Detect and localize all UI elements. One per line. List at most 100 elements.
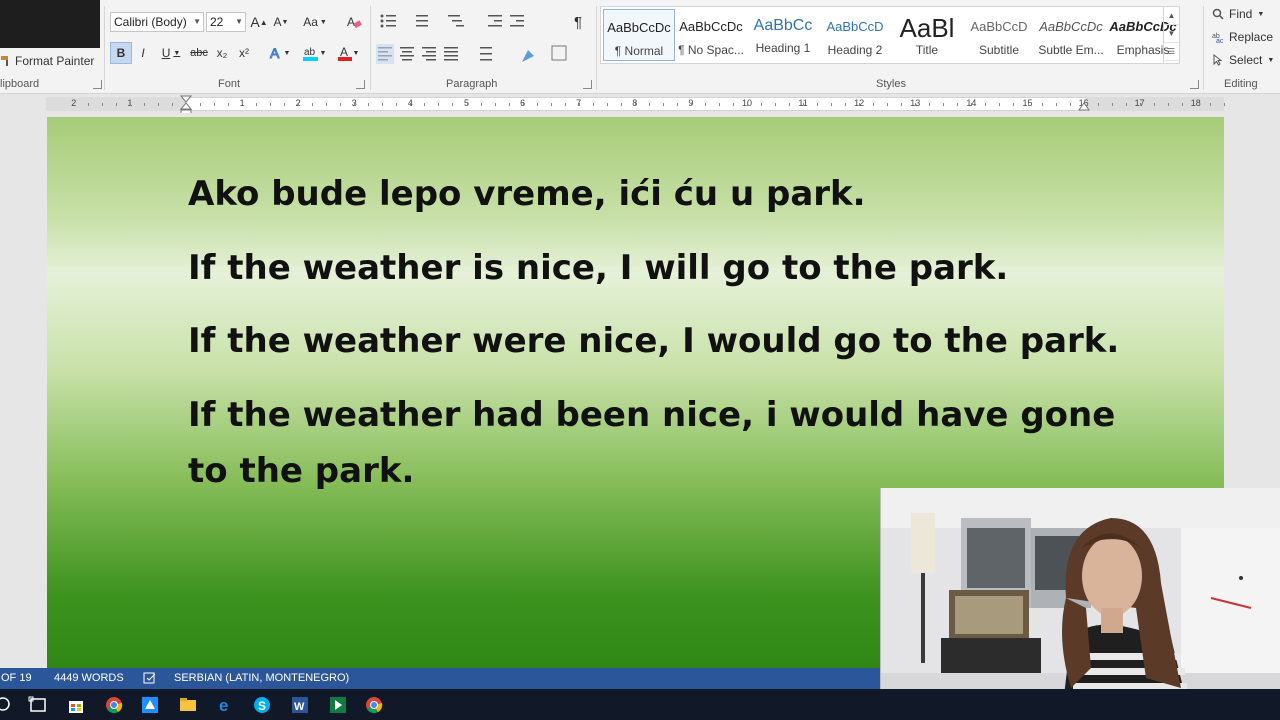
bold-button[interactable]: B: [110, 42, 132, 64]
ruler-tick: [270, 103, 272, 106]
italic-label: I: [141, 46, 145, 60]
grow-font-button[interactable]: A ▲: [250, 11, 268, 33]
clipboard-group-label: lipboard: [0, 78, 40, 90]
ruler-tick: [662, 103, 664, 106]
styles-dialog-launcher[interactable]: [1190, 80, 1199, 89]
grow-font-label: A: [250, 14, 260, 30]
ruler-tick: [368, 103, 370, 106]
style-heading-2[interactable]: AaBbCcD Heading 2: [819, 9, 891, 61]
style-subtle-emphasis[interactable]: AaBbCcDc Subtle Em...: [1035, 9, 1107, 61]
style-subtitle[interactable]: AaBbCcD Subtitle: [963, 9, 1035, 61]
clipboard-dialog-launcher[interactable]: [93, 80, 102, 89]
styles-gallery[interactable]: AaBbCcDc ¶ Normal AaBbCcDc ¶ No Spac... …: [600, 6, 1180, 64]
ruler-tick: [592, 103, 594, 106]
font-size-combo[interactable]: 22 ▼: [206, 12, 246, 32]
paragraph-controls[interactable]: [376, 12, 596, 74]
proofing-icon[interactable]: [143, 672, 157, 685]
shrink-font-button[interactable]: A ▼: [272, 11, 290, 33]
show-formatting-button[interactable]: ¶: [568, 11, 588, 33]
search-icon[interactable]: [0, 695, 14, 715]
chrome-icon[interactable]: [364, 695, 384, 715]
ruler-tick: [690, 103, 692, 106]
ruler-tick: [761, 103, 763, 106]
style-no-spacing[interactable]: AaBbCcDc ¶ No Spac...: [675, 9, 747, 61]
presenter-video: [881, 488, 1280, 720]
ribbon: Format Painter lipboard Calibri (Body) ▼…: [0, 0, 1280, 94]
style-title[interactable]: AaBl Title: [891, 9, 963, 61]
ribbon-corner: [0, 0, 100, 48]
find-button[interactable]: Find ▼: [1212, 7, 1264, 21]
bold-label: B: [116, 46, 126, 60]
ruler-tick: [999, 103, 1001, 106]
ruler-tick: [466, 103, 468, 106]
ruler-tick: [438, 103, 440, 106]
text-effects-button[interactable]: A ▼: [264, 42, 294, 64]
store-icon[interactable]: [66, 695, 86, 715]
cursor-icon: [1213, 54, 1223, 66]
paragraph-group-label: Paragraph: [446, 78, 498, 90]
ruler-tick: [129, 103, 131, 106]
strikethrough-button[interactable]: abc: [188, 42, 210, 64]
document-line[interactable]: Ako bude lepo vreme, ići ću u park.: [188, 166, 866, 222]
ruler-tick: [1209, 103, 1211, 106]
highlight-color-button[interactable]: ab ▼: [298, 42, 330, 64]
chevron-down-icon[interactable]: ▼: [1164, 25, 1179, 43]
ruler-tick: [620, 103, 622, 106]
chevron-down-icon[interactable]: ▼: [235, 13, 243, 31]
italic-button[interactable]: I: [134, 42, 152, 64]
skype-icon[interactable]: S: [252, 695, 272, 715]
ruler-tick: [508, 103, 510, 106]
format-painter-button[interactable]: Format Painter: [0, 50, 100, 72]
page-count[interactable]: OF 19: [1, 672, 32, 684]
ruler-tick: [634, 103, 636, 106]
more-icon[interactable]: ☰: [1164, 43, 1179, 61]
change-case-button[interactable]: Aa ▼: [300, 11, 330, 33]
underline-label: U: [161, 46, 171, 60]
select-label: Select: [1229, 53, 1263, 67]
clear-formatting-button[interactable]: A: [344, 11, 364, 33]
ruler-tick: [1223, 103, 1225, 106]
superscript-button[interactable]: x²: [234, 42, 254, 64]
ruler-number: 18: [1190, 98, 1201, 108]
chevron-up-icon[interactable]: ▲: [1164, 7, 1179, 25]
ruler-tick: [887, 103, 889, 106]
svg-text:S: S: [258, 699, 266, 713]
media-app-icon[interactable]: [328, 695, 348, 715]
document-line[interactable]: If the weather were nice, I would go to …: [188, 313, 1119, 369]
word-count[interactable]: 4449 WORDS: [54, 672, 124, 684]
search-icon: [1212, 8, 1224, 20]
language-indicator[interactable]: SERBIAN (LATIN, MONTENEGRO): [174, 672, 349, 684]
chrome-icon[interactable]: [104, 695, 124, 715]
styles-scroll[interactable]: ▲ ▼ ☰: [1163, 7, 1179, 63]
ruler-tick: [859, 103, 861, 106]
ruler-tick: [354, 103, 356, 106]
word-icon[interactable]: W: [290, 695, 310, 715]
style-normal[interactable]: AaBbCcDc ¶ Normal: [603, 9, 675, 61]
task-view-icon[interactable]: [28, 695, 48, 715]
subscript-button[interactable]: x₂: [212, 42, 232, 64]
format-painter-label: Format Painter: [15, 54, 95, 68]
paragraph-dialog-launcher[interactable]: [583, 80, 592, 89]
select-button[interactable]: Select ▼: [1212, 53, 1274, 67]
replace-button[interactable]: ab ac Replace: [1212, 30, 1273, 44]
style-preview: AaBbCc: [753, 17, 813, 34]
font-color-button[interactable]: A ▼: [332, 42, 364, 64]
underline-button[interactable]: U ▼: [156, 42, 186, 64]
style-name: Title: [915, 43, 939, 57]
style-name: ¶ Normal: [614, 44, 664, 58]
document-line[interactable]: If the weather is nice, I will go to the…: [188, 240, 1008, 296]
edge-icon[interactable]: e: [216, 695, 236, 715]
svg-text:A: A: [270, 45, 280, 61]
chevron-down-icon[interactable]: ▼: [193, 13, 201, 31]
font-name-combo[interactable]: Calibri (Body) ▼: [110, 12, 204, 32]
group-divider: [596, 6, 597, 90]
style-heading-1[interactable]: AaBbCc Heading 1: [747, 9, 819, 61]
right-indent-marker-icon[interactable]: [1078, 101, 1090, 111]
font-dialog-launcher[interactable]: [356, 80, 365, 89]
document-line[interactable]: to the park.: [188, 443, 414, 499]
file-explorer-icon[interactable]: [178, 695, 198, 715]
document-line[interactable]: If the weather had been nice, i would ha…: [188, 387, 1115, 443]
style-preview: AaBl: [899, 13, 955, 41]
app-icon[interactable]: [140, 695, 160, 715]
ruler-tick: [718, 103, 720, 106]
